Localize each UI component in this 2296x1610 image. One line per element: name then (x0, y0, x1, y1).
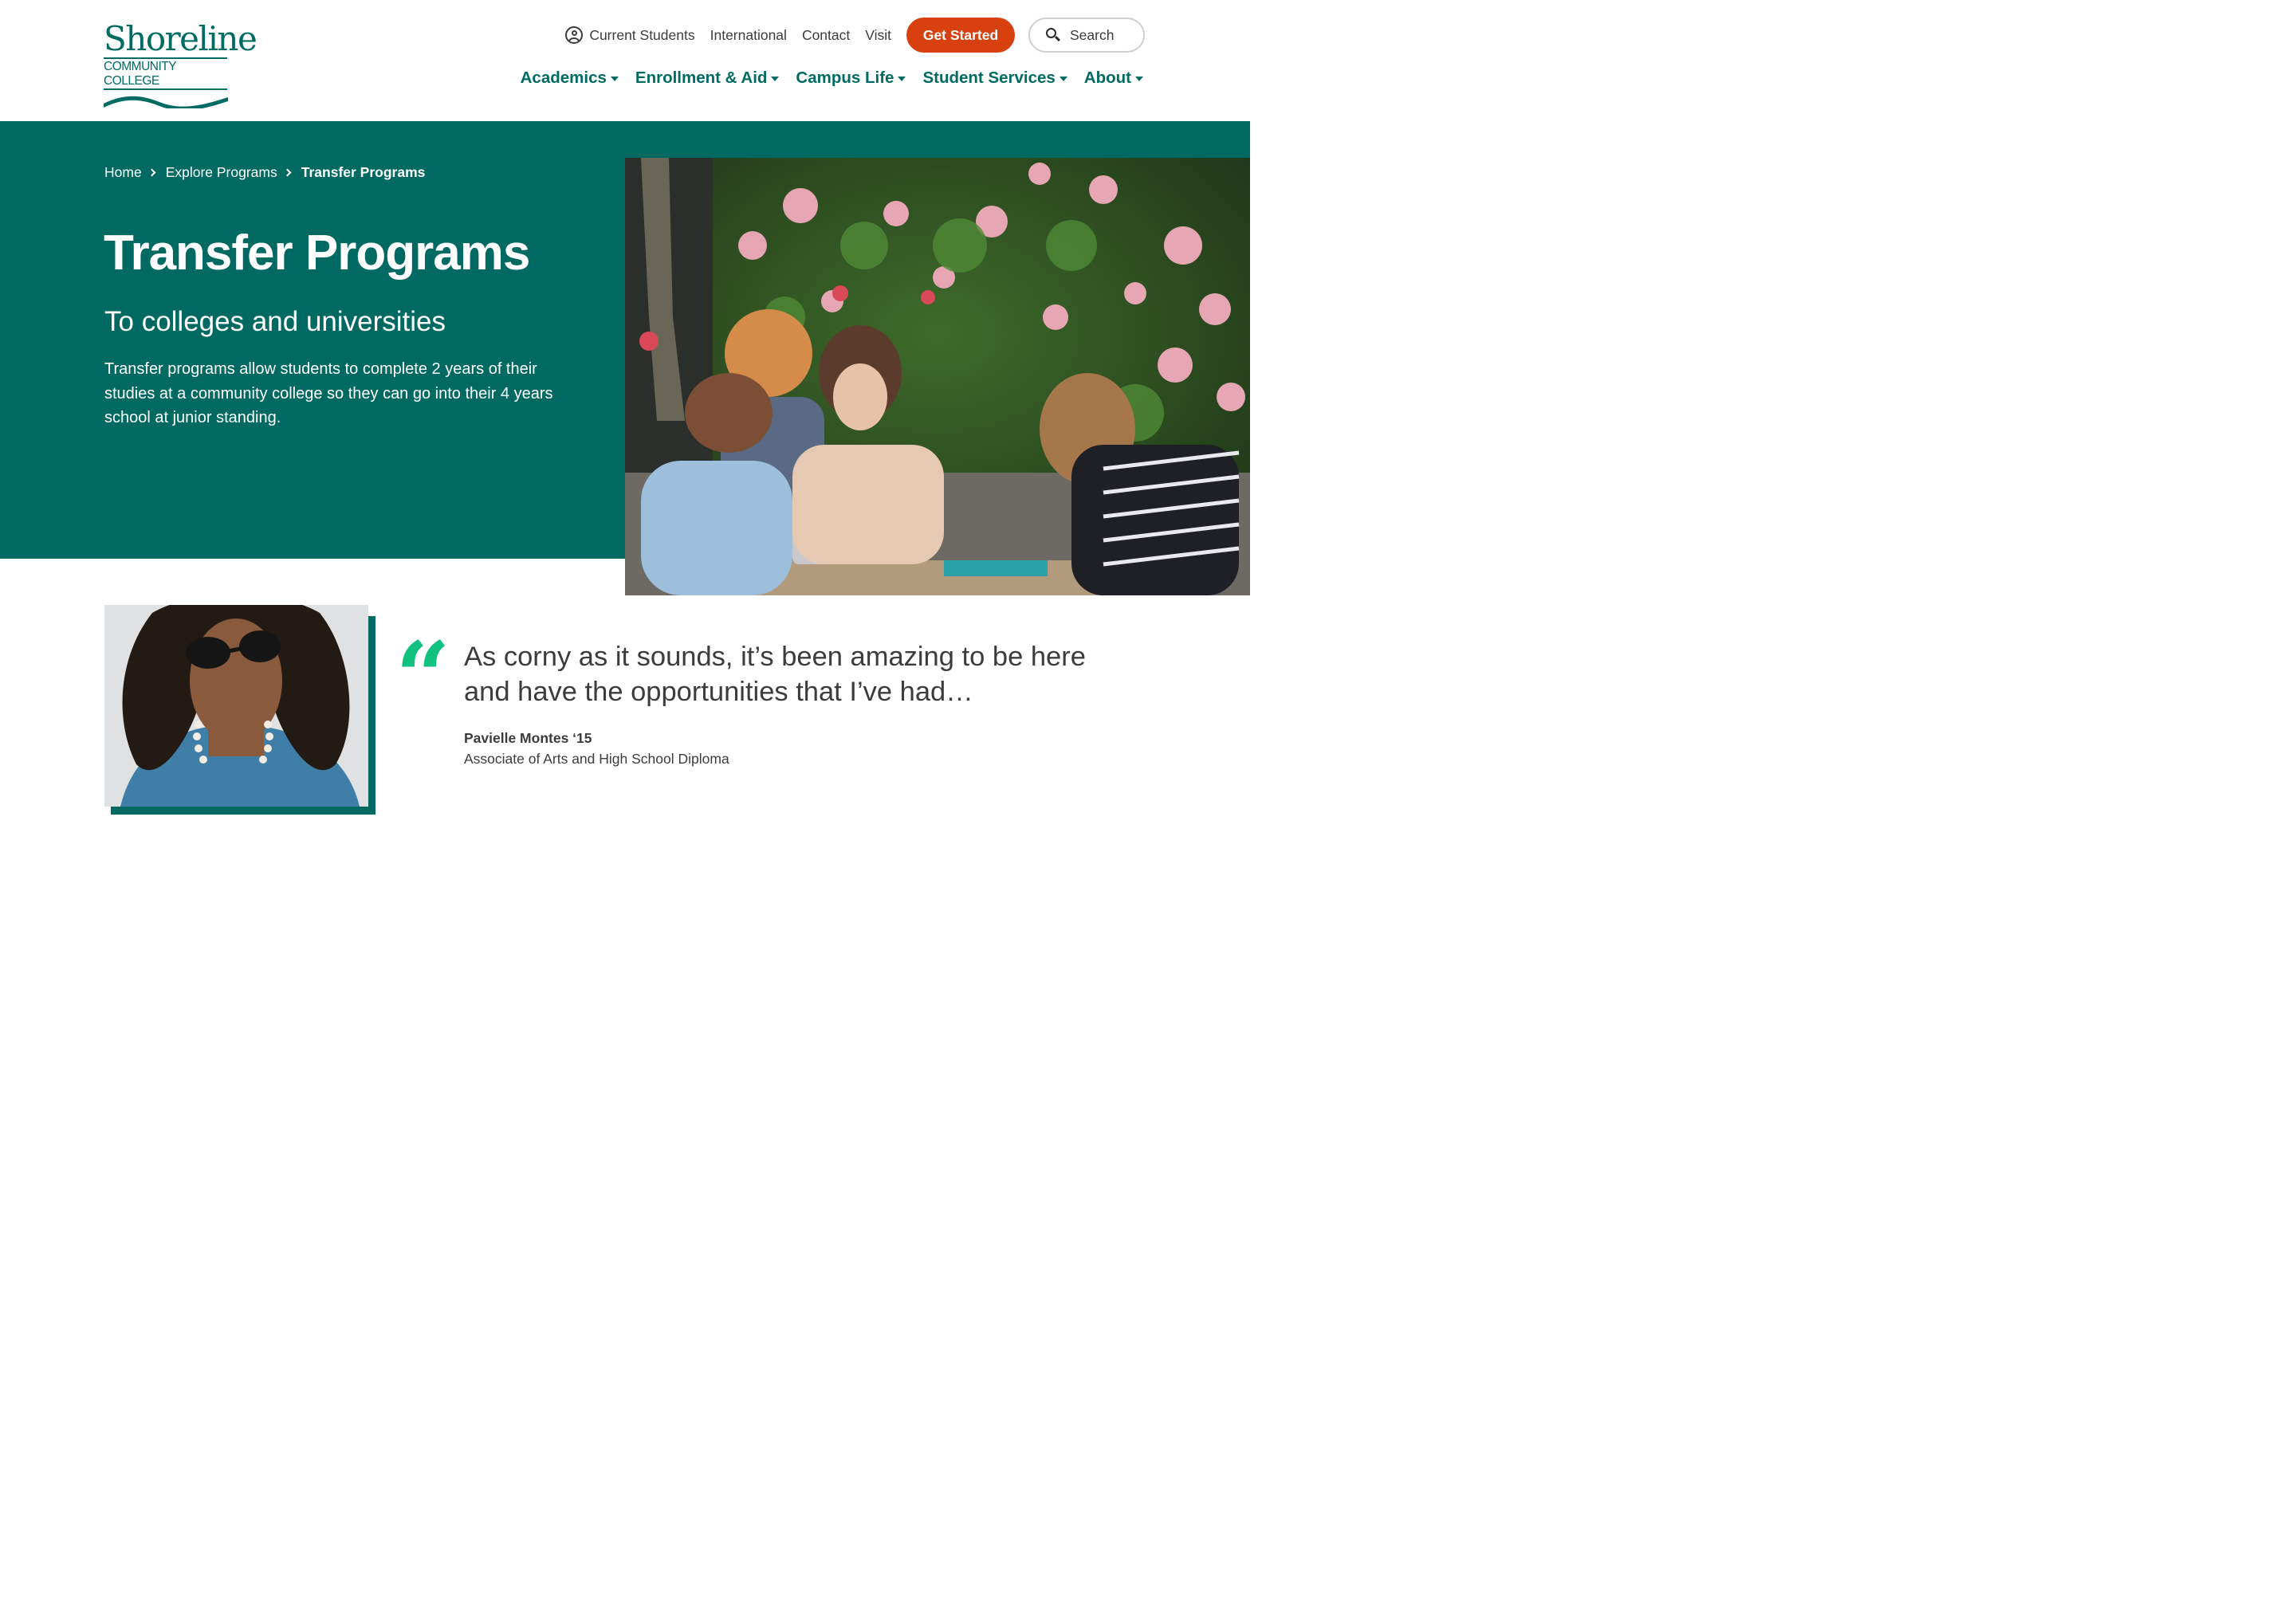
page-subtitle: To colleges and universities (104, 306, 446, 337)
breadcrumb-explore-programs[interactable]: Explore Programs (166, 164, 277, 181)
testimonial-program: Associate of Arts and High School Diplom… (464, 751, 729, 767)
nav-academics[interactable]: Academics (521, 69, 619, 88)
site-header: Shoreline COMMUNITY COLLEGE Current Stud… (0, 0, 1250, 121)
testimonial-quote: As corny as it sounds, it’s been amazing… (464, 642, 1086, 707)
page-title: Transfer Programs (104, 226, 530, 281)
nav-about[interactable]: About (1084, 69, 1143, 88)
caret-down-icon (771, 77, 780, 81)
student-portrait-illustration (104, 605, 368, 807)
breadcrumb: Home Explore Programs Transfer Programs (104, 164, 425, 181)
main-nav: Academics Enrollment & Aid Campus Life S… (521, 69, 1143, 88)
nav-campus-life-label: Campus Life (796, 69, 894, 87)
nav-student-services[interactable]: Student Services (922, 69, 1067, 88)
page-description: Transfer programs allow students to comp… (104, 360, 553, 426)
testimonial-author: Pavielle Montes ‘15 (464, 730, 592, 746)
visit-link[interactable]: Visit (865, 27, 891, 44)
caret-down-icon (610, 77, 619, 81)
search-icon (1046, 28, 1061, 42)
current-students-label: Current Students (589, 26, 695, 43)
nav-academics-label: Academics (520, 69, 607, 87)
chevron-right-icon (147, 168, 156, 177)
logo-subtitle: COMMUNITY COLLEGE (104, 57, 227, 90)
students-studying-photo (625, 158, 1250, 595)
user-circle-icon (565, 26, 584, 44)
quote-mark-icon: “ (395, 621, 451, 733)
nav-campus-life[interactable]: Campus Life (796, 69, 906, 88)
search-label: Search (1070, 26, 1115, 43)
breadcrumb-current: Transfer Programs (301, 164, 426, 180)
current-students-link[interactable]: Current Students (565, 26, 695, 44)
college-logo[interactable]: Shoreline COMMUNITY COLLEGE (104, 19, 258, 108)
nav-enrollment-aid-label: Enrollment & Aid (635, 69, 768, 87)
contact-link[interactable]: Contact (802, 27, 850, 44)
international-link[interactable]: International (710, 27, 787, 44)
logo-wave-icon (104, 96, 228, 108)
nav-student-services-label: Student Services (922, 69, 1056, 87)
utility-nav: Current Students International Contact V… (565, 18, 1145, 53)
caret-down-icon (1135, 77, 1143, 81)
student-portrait-photo (104, 605, 368, 807)
get-started-button[interactable]: Get Started (906, 18, 1015, 53)
chevron-right-icon (283, 168, 292, 177)
nav-enrollment-aid[interactable]: Enrollment & Aid (635, 69, 780, 88)
breadcrumb-home[interactable]: Home (104, 164, 142, 181)
nav-about-label: About (1083, 69, 1131, 87)
caret-down-icon (898, 77, 906, 81)
search-button[interactable]: Search (1028, 18, 1145, 53)
logo-wordmark: Shoreline (104, 19, 258, 58)
students-photo-illustration (625, 158, 1250, 595)
caret-down-icon (1059, 77, 1067, 81)
